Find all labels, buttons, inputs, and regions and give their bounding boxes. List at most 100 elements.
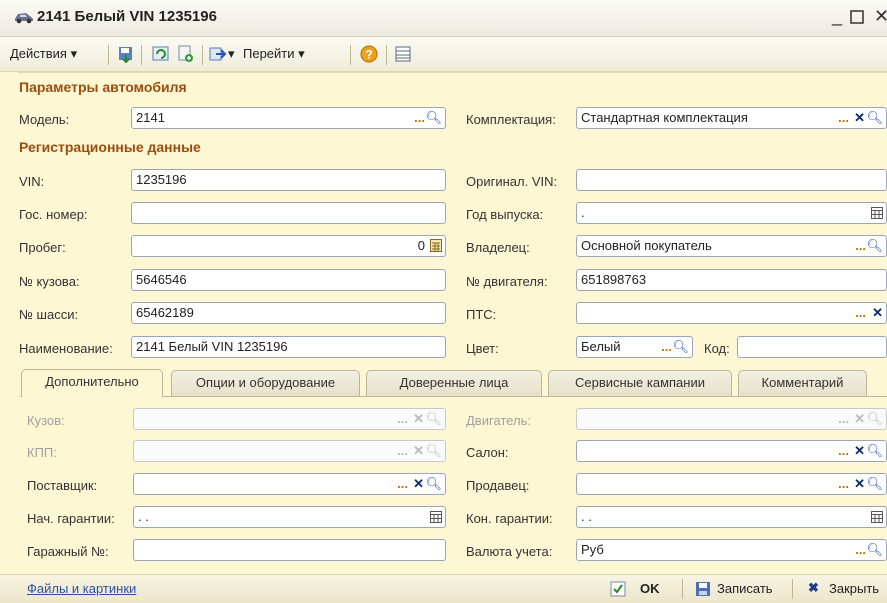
select-button[interactable]: ... — [838, 109, 849, 127]
label-pts: ПТС: — [466, 307, 497, 322]
select-button[interactable]: ... — [661, 338, 672, 356]
select-button: ... — [838, 411, 849, 426]
label-orig-vin: Оригинал. VIN: — [466, 174, 558, 189]
files-link[interactable]: Файлы и картинки — [27, 581, 136, 596]
select-button[interactable]: ... — [855, 237, 866, 255]
tab-options[interactable]: Опции и оборудование — [171, 370, 360, 396]
clear-icon[interactable]: ✕ — [413, 475, 424, 493]
label-garazh: Гаражный №: — [27, 544, 109, 559]
select-button[interactable]: ... — [838, 475, 849, 493]
label-salon: Салон: — [466, 445, 509, 460]
tab-trusted-persons[interactable]: Доверенные лица — [366, 370, 542, 396]
search-icon[interactable]: 🔍︎ — [866, 541, 883, 559]
probeg-field[interactable]: 0 — [131, 235, 446, 257]
goto-icon[interactable] — [209, 45, 227, 63]
car-icon — [14, 10, 34, 27]
search-icon[interactable]: 🔍︎ — [866, 475, 883, 493]
label-nach-garantii: Нач. гарантии: — [27, 511, 115, 526]
kuzov-field: ... ✕ 🔍︎ — [133, 408, 446, 430]
vin-field[interactable]: 1235196 — [131, 169, 446, 191]
gos-nomer-field[interactable] — [131, 202, 446, 224]
label-naimenovanie: Наименование: — [19, 341, 113, 356]
select-button[interactable]: ... — [838, 442, 849, 460]
calendar-icon[interactable] — [871, 206, 883, 223]
actions-menu[interactable]: Действия ▾ — [10, 46, 77, 62]
select-button[interactable]: ... — [855, 541, 866, 559]
section-car-params: Параметры автомобиля — [19, 79, 187, 95]
garazh-field[interactable] — [133, 539, 446, 561]
select-button[interactable]: ... — [397, 475, 408, 493]
search-icon[interactable]: 🔍︎ — [866, 442, 883, 460]
toolbar-separator — [108, 45, 109, 65]
tab-comment[interactable]: Комментарий — [738, 370, 867, 396]
ok-button[interactable]: OK — [640, 581, 660, 596]
select-button: ... — [397, 411, 408, 426]
vladelec-field[interactable]: Основной покупатель ... 🔍︎ — [576, 235, 887, 257]
naimenovanie-field[interactable]: 2141 Белый VIN 1235196 — [131, 336, 446, 358]
nach-garantii-field[interactable]: . . — [133, 506, 446, 528]
clear-icon[interactable]: ✕ — [872, 304, 883, 322]
postavshik-field[interactable]: ... ✕ 🔍︎ — [133, 473, 446, 495]
cvet-field[interactable]: Белый ... 🔍︎ — [576, 336, 693, 358]
calendar-icon[interactable] — [871, 510, 883, 527]
close-button[interactable]: Закрыть — [829, 581, 879, 596]
search-icon[interactable]: 🔍︎ — [425, 475, 442, 493]
toolbar-separator — [350, 45, 351, 65]
calendar-icon[interactable] — [430, 510, 442, 527]
toolbar-separator — [202, 45, 203, 65]
label-vin: VIN: — [19, 174, 45, 189]
maximize-button[interactable] — [850, 8, 864, 29]
complect-field[interactable]: Стандартная комплектация ... ✕ 🔍︎ — [576, 107, 887, 129]
search-icon[interactable]: 🔍︎ — [672, 338, 689, 356]
save-icon — [695, 581, 711, 600]
kon-garantii-field[interactable]: . . — [576, 506, 887, 528]
select-button[interactable]: ... — [855, 304, 866, 322]
clear-icon: ✕ — [413, 443, 424, 458]
model-field[interactable]: 2141 ... 🔍︎ — [131, 107, 446, 129]
minimize-button[interactable]: _ — [832, 6, 842, 27]
save-close-icon[interactable] — [117, 45, 135, 64]
copy-icon[interactable] — [177, 45, 195, 63]
prodavec-field[interactable]: ... ✕ 🔍︎ — [576, 473, 887, 495]
search-icon[interactable]: 🔍︎ — [866, 109, 883, 127]
svg-text:?: ? — [365, 48, 372, 62]
clear-icon[interactable]: ✕ — [854, 442, 865, 460]
clear-icon[interactable]: ✕ — [854, 475, 865, 493]
orig-vin-field[interactable] — [576, 169, 887, 191]
label-complect: Комплектация: — [466, 112, 556, 127]
close-window-button[interactable]: ✕ — [874, 6, 887, 27]
select-button[interactable]: ... — [414, 109, 425, 127]
toolbar-separator — [141, 45, 142, 65]
goto-dropdown-arrow[interactable]: ▾ — [228, 46, 235, 62]
ok-check-icon — [610, 581, 626, 600]
label-probeg: Пробег: — [19, 240, 66, 255]
kuzov-no-field[interactable]: 5646546 — [131, 269, 446, 291]
tab-service-campaigns[interactable]: Сервисные кампании — [548, 370, 732, 396]
list-settings-icon[interactable] — [394, 45, 412, 63]
status-bar: Файлы и картинки OK Записать ✖ Закрыть — [0, 574, 887, 603]
shassi-no-field[interactable]: 65462189 — [131, 302, 446, 324]
salon-field[interactable]: ... ✕ 🔍︎ — [576, 440, 887, 462]
help-icon[interactable]: ? — [360, 45, 378, 63]
search-icon[interactable]: 🔍︎ — [425, 109, 442, 127]
valuta-field[interactable]: Руб ... 🔍︎ — [576, 539, 887, 561]
label-kuzov-no: № кузова: — [19, 274, 80, 289]
search-icon: 🔍︎ — [425, 443, 442, 458]
calculator-icon[interactable] — [430, 239, 442, 256]
toolbar: Действия ▾ ▾ Перейти ▾ ? — [0, 37, 887, 72]
search-icon[interactable]: 🔍︎ — [866, 237, 883, 255]
kod-field[interactable] — [737, 336, 887, 358]
pts-field[interactable]: ... ✕ — [576, 302, 887, 324]
refresh-icon[interactable] — [152, 45, 170, 63]
kpp-field: ... ✕ 🔍︎ — [133, 440, 446, 462]
label-postavshik: Поставщик: — [27, 478, 98, 493]
clear-icon[interactable]: ✕ — [854, 109, 865, 127]
god-vypuska-field[interactable]: . — [576, 202, 887, 224]
save-button[interactable]: Записать — [717, 581, 773, 596]
dvigatel-field: ... ✕ 🔍︎ — [576, 408, 887, 430]
label-vladelec: Владелец: — [466, 240, 530, 255]
label-gos-nomer: Гос. номер: — [19, 207, 88, 222]
tab-dopolnitelno[interactable]: Дополнительно — [21, 369, 163, 397]
goto-menu[interactable]: Перейти ▾ — [243, 46, 305, 62]
dvig-no-field[interactable]: 651898763 — [576, 269, 887, 291]
